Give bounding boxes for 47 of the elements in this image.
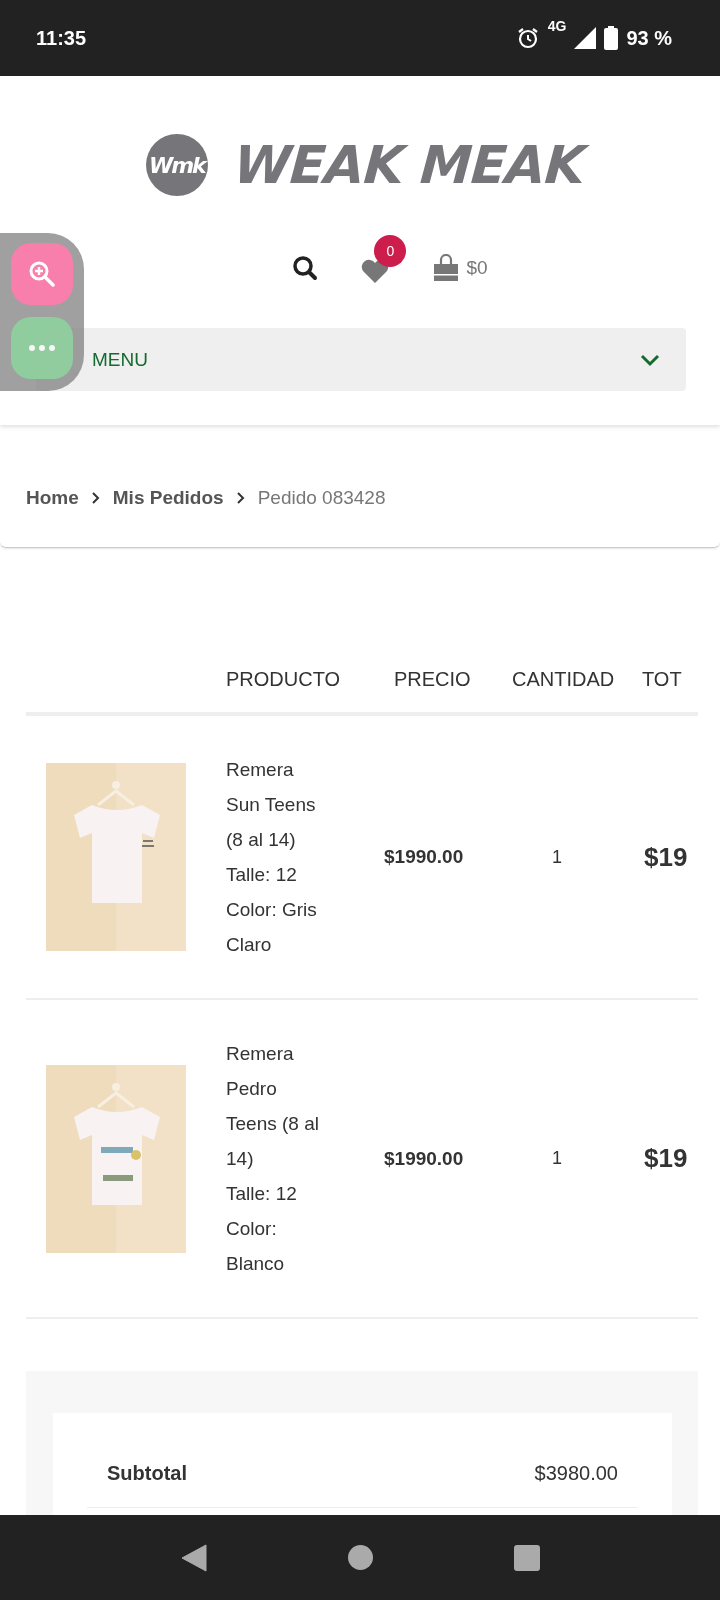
chevron-down-icon <box>640 352 660 367</box>
signal-icon <box>574 27 597 49</box>
more-icon <box>29 345 55 351</box>
product-detail: Sun Teens <box>226 793 317 817</box>
column-header: TOT <box>641 667 683 691</box>
recents-icon[interactable] <box>513 1544 540 1571</box>
total-cell-text: $19 <box>643 1143 689 1174</box>
quantity-cell-text: 1 <box>551 846 563 868</box>
product-detail: (8 al 14) <box>226 828 297 852</box>
breadcrumb-link[interactable]: Mis Pedidos <box>112 487 224 509</box>
search-icon[interactable] <box>292 255 319 281</box>
battery-level: 93 % <box>626 26 672 50</box>
chevron-right-icon <box>90 491 101 505</box>
breadcrumb-current: Pedido 083428 <box>257 487 386 509</box>
product-detail: Pedro <box>226 1077 278 1101</box>
product-detail: Teens (8 al <box>226 1112 320 1136</box>
cart-total[interactable]: $0 <box>466 257 488 279</box>
zoom-in-icon <box>29 261 55 287</box>
chevron-right-icon <box>235 491 246 505</box>
summary-value: $3980.00 <box>534 1461 618 1485</box>
column-header: PRODUCTO <box>225 667 342 691</box>
product-detail: Remera <box>226 758 295 782</box>
product-detail: Claro <box>226 933 273 957</box>
back-icon[interactable] <box>180 1543 207 1572</box>
product-detail: Blanco <box>226 1252 286 1276</box>
column-header: PRECIO <box>393 667 472 691</box>
home-icon[interactable] <box>347 1545 373 1570</box>
quantity-cell-text: 1 <box>551 1148 563 1169</box>
battery-icon <box>604 26 619 50</box>
price-cell-text: $1990.00 <box>383 1147 465 1170</box>
clock-time: 11:35 <box>36 26 87 50</box>
logo-mark[interactable]: Wmk <box>145 134 208 196</box>
column-header: CANTIDAD <box>511 667 616 691</box>
shopping-bag-icon[interactable] <box>432 254 461 282</box>
price-cell-text: $1990.00 <box>383 846 465 868</box>
product-detail: Remera <box>226 1042 295 1066</box>
product-detail: Color: <box>226 1217 278 1241</box>
zoom-button[interactable] <box>11 243 73 305</box>
wishlist-count-badge: 0 <box>374 235 407 267</box>
breadcrumb-link[interactable]: Home <box>26 487 79 509</box>
product-detail: Color: Gris <box>226 898 318 922</box>
total-cell-text: $19 <box>643 841 689 873</box>
network-label: 4G <box>547 18 567 34</box>
product-detail: 14) <box>226 1147 255 1171</box>
product-detail: Talle: 12 <box>226 1182 298 1206</box>
product-detail: Talle: 12 <box>226 863 298 887</box>
summary-label: Subtotal <box>107 1461 187 1485</box>
